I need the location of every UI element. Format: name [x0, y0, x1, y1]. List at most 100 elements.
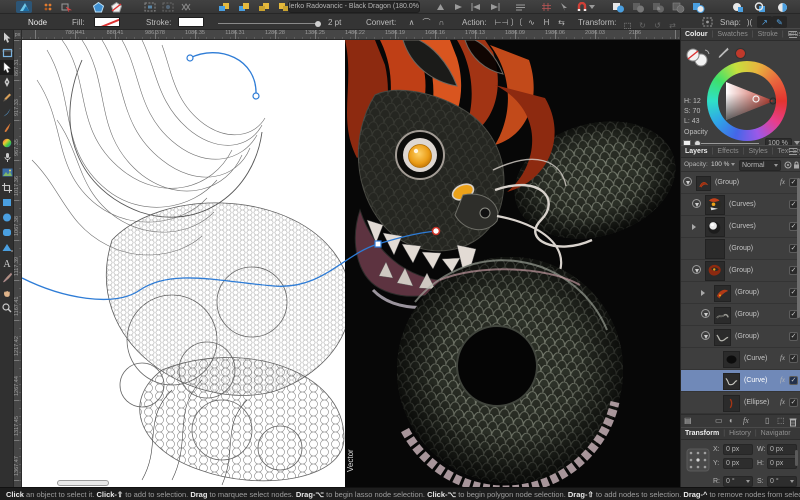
smooth-corner-icon[interactable]: ⌒: [419, 16, 434, 28]
layer-thumbnail[interactable]: [723, 373, 740, 390]
horizontal-ruler[interactable]: 786.441886.41986.3781086.351186.311286.2…: [22, 30, 680, 40]
layer-thumbnail[interactable]: [723, 351, 740, 368]
move-tool[interactable]: [0, 30, 14, 45]
expand-arrow-icon[interactable]: [701, 290, 705, 296]
align-distribute-icon[interactable]: [468, 1, 484, 13]
layer-label[interactable]: (Curve): [744, 355, 767, 362]
designer-persona-icon[interactable]: [16, 1, 32, 13]
layer-fx-badge[interactable]: fx: [780, 376, 785, 384]
fill-badge-icon[interactable]: [90, 1, 106, 13]
fill-stroke-wells-icon[interactable]: [685, 47, 711, 67]
eyedropper-icon[interactable]: [717, 47, 729, 59]
expand-arrow-circle-icon[interactable]: [683, 177, 692, 186]
layer-thumbnail[interactable]: [705, 195, 725, 215]
layer-thumbnail[interactable]: [705, 217, 725, 237]
join-curves-icon[interactable]: H: [539, 16, 554, 28]
pen-tool[interactable]: [0, 75, 14, 90]
layer-label[interactable]: (Group): [715, 179, 739, 186]
caret-down-icon[interactable]: [588, 1, 596, 13]
layer-label[interactable]: (Curves): [729, 223, 756, 230]
stroke-width-slider[interactable]: [218, 23, 318, 24]
rounded-rectangle-tool[interactable]: [0, 225, 14, 240]
anchor-point-selector[interactable]: [686, 448, 710, 472]
caret-down-icon[interactable]: [731, 163, 735, 166]
layer-row[interactable]: (Group) ✓: [681, 326, 800, 348]
layer-thumbnail[interactable]: [705, 239, 725, 259]
transform-field-x[interactable]: 0 px: [723, 444, 753, 455]
layer-label[interactable]: (Ellipse): [744, 399, 769, 406]
close-curve-icon[interactable]: 〕〔: [509, 16, 524, 28]
smart-corner-icon[interactable]: ∩: [434, 16, 449, 28]
ruler-units[interactable]: px: [14, 30, 22, 40]
layers-panel-menu-icon[interactable]: [789, 148, 797, 155]
export-persona-icon[interactable]: [58, 1, 74, 13]
transform-field-y[interactable]: 0 px: [723, 458, 753, 469]
boolean-add-icon[interactable]: [610, 1, 626, 13]
layer-options-icon[interactable]: ▤: [684, 415, 692, 427]
layer-label[interactable]: (Group): [729, 245, 753, 252]
view-tool[interactable]: [0, 285, 14, 300]
path-node[interactable]: [253, 93, 259, 99]
blend-mode-select[interactable]: Normal: [739, 160, 781, 171]
boolean-divide-icon[interactable]: [670, 1, 686, 13]
layer-fx-badge[interactable]: fx: [780, 178, 785, 186]
layer-label[interactable]: (Group): [735, 289, 759, 296]
layer-visibility-checkbox[interactable]: ✓: [789, 332, 798, 341]
colour-panel-menu-icon[interactable]: [789, 31, 797, 38]
layer-label[interactable]: (Group): [735, 311, 759, 318]
select-cycle-icon[interactable]: [178, 1, 194, 13]
layer-row[interactable]: (Ellipse)fx✓: [681, 392, 800, 414]
move-to-front-icon[interactable]: [216, 1, 232, 13]
layer-thumbnail[interactable]: [714, 307, 731, 324]
triangle-tool[interactable]: [0, 240, 14, 255]
colour-wheel[interactable]: [707, 61, 787, 141]
tab-effects[interactable]: Effects: [717, 148, 738, 155]
stroke-swatch[interactable]: [178, 17, 204, 27]
layer-row[interactable]: (Group)✓: [681, 238, 800, 260]
snap-pen-icon[interactable]: ✎: [772, 16, 787, 28]
ellipse-tool[interactable]: [0, 210, 14, 225]
opacity-slider[interactable]: [695, 143, 759, 144]
layer-label[interactable]: (Curve): [744, 377, 767, 384]
align-spread-icon[interactable]: [486, 1, 502, 13]
layer-row[interactable]: (Curves)✓: [681, 194, 800, 216]
blend-gamma-icon[interactable]: [784, 161, 792, 169]
insert-on-top-icon[interactable]: [774, 1, 790, 13]
smooth-curve-icon[interactable]: ∿: [524, 16, 539, 28]
select-box-icon[interactable]: [142, 1, 158, 13]
layer-row[interactable]: (Group)✓: [681, 304, 800, 326]
tab-navigator[interactable]: Navigator: [761, 430, 791, 437]
expand-arrow-circle-icon[interactable]: [692, 199, 701, 208]
snap-construction-icon[interactable]: ↗: [757, 16, 772, 28]
layer-row[interactable]: (Curve)fx✓: [681, 370, 800, 392]
vector-brush-tool[interactable]: [0, 105, 14, 120]
tab-colour[interactable]: Colour: [685, 31, 708, 38]
current-colour-swatch[interactable]: [735, 48, 746, 59]
zoom-tool[interactable]: [0, 300, 14, 315]
layer-thumbnail[interactable]: [705, 261, 725, 281]
sharp-corner-icon[interactable]: ∧: [404, 16, 419, 28]
path-node[interactable]: [187, 55, 193, 61]
vertical-ruler[interactable]: 867.31917.33967.351017.361067.381117.391…: [14, 40, 22, 487]
path-node-selected[interactable]: [433, 228, 440, 235]
lock-icon[interactable]: [793, 161, 800, 169]
tab-history[interactable]: History: [729, 430, 751, 437]
colour-picker-tool[interactable]: [0, 270, 14, 285]
tab-stroke[interactable]: Stroke: [758, 31, 778, 38]
move-backward-icon[interactable]: [256, 1, 272, 13]
add-group-icon[interactable]: ⬚: [777, 415, 785, 427]
transform-field-r[interactable]: 0 °: [723, 476, 753, 487]
layer-label[interactable]: (Group): [735, 333, 759, 340]
grid-icon[interactable]: [538, 1, 554, 13]
flip-vertical-icon[interactable]: [680, 16, 695, 28]
layer-label[interactable]: (Curves): [729, 201, 756, 208]
select-same-icon[interactable]: [160, 1, 176, 13]
layer-thumbnail[interactable]: [714, 329, 731, 346]
rectangle-tool[interactable]: [0, 195, 14, 210]
marquee-icon[interactable]: [700, 16, 715, 28]
tab-swatches[interactable]: Swatches: [717, 31, 747, 38]
transform-field-w[interactable]: 0 px: [767, 444, 797, 455]
mask-layer-icon[interactable]: ▭: [715, 415, 723, 427]
boolean-combine-icon[interactable]: [690, 1, 706, 13]
pointer-icon[interactable]: [556, 1, 572, 13]
